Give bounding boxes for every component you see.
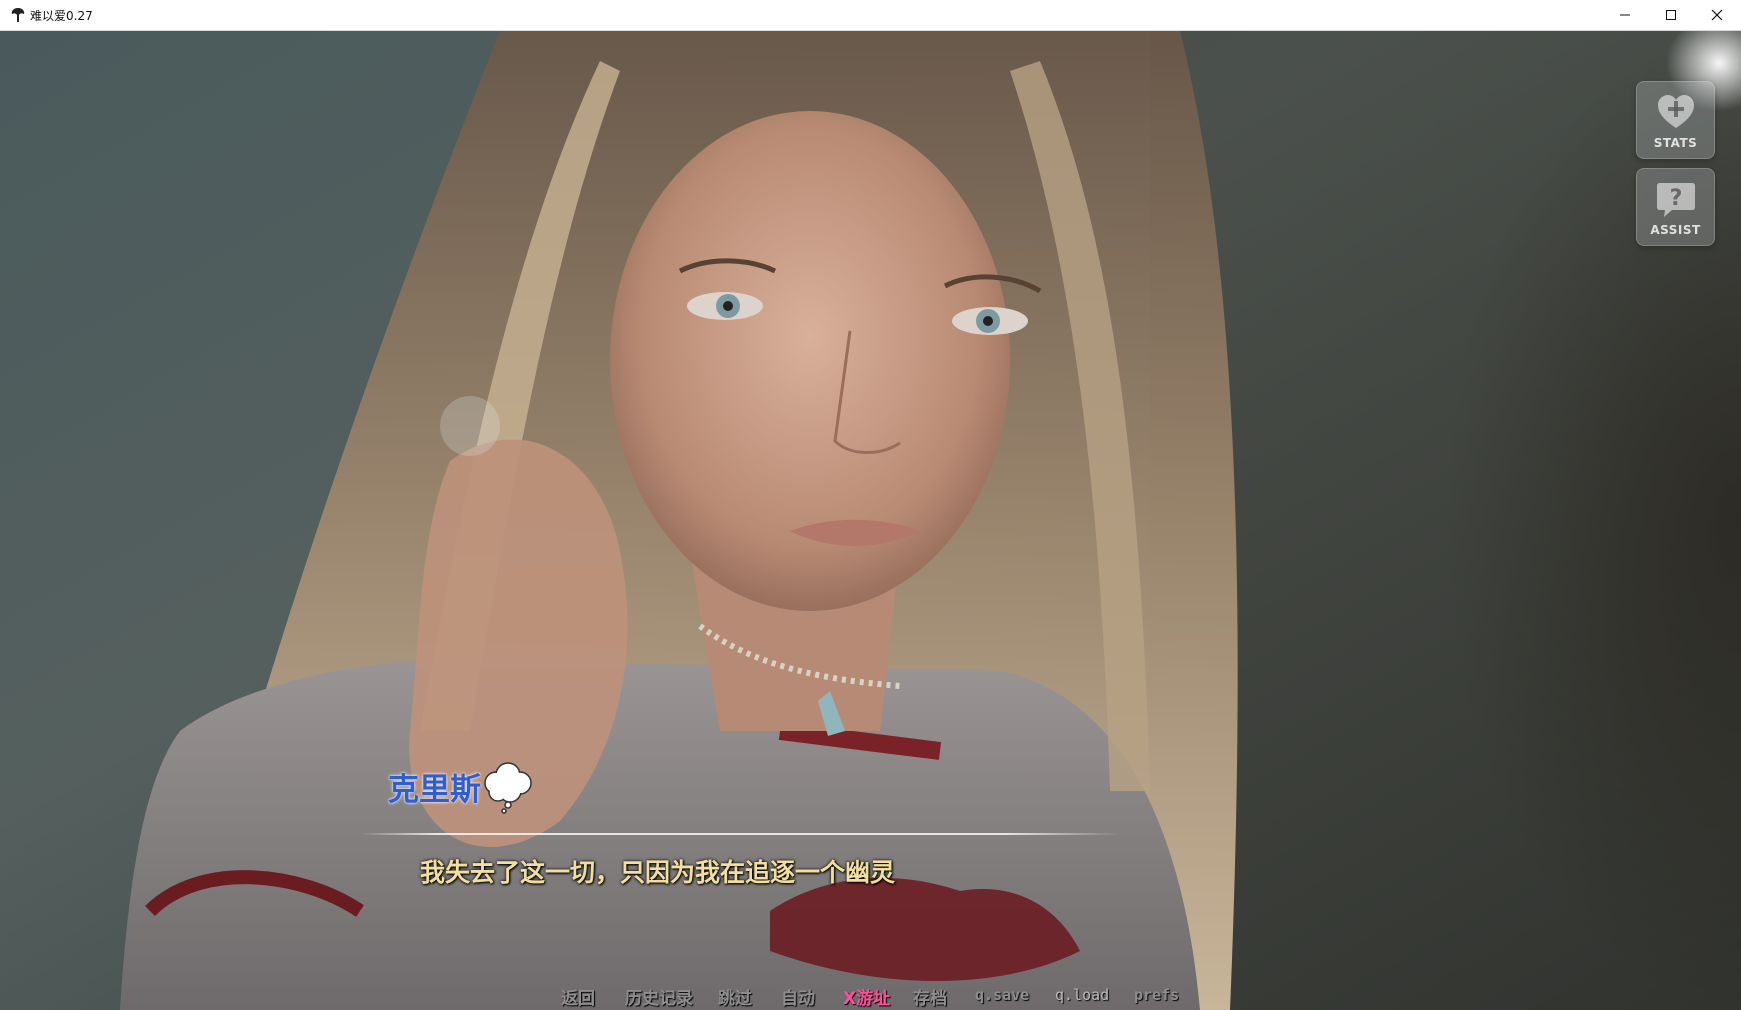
question-bubble-icon: ? — [1656, 183, 1695, 217]
stats-button[interactable]: STATS — [1636, 81, 1715, 159]
quick-menu-history[interactable]: 历史记录 — [625, 984, 693, 1009]
assist-label: ASSIST — [1650, 223, 1701, 237]
maximize-icon — [1666, 10, 1676, 20]
quick-menu-quick-load[interactable]: q.load — [1055, 986, 1109, 1004]
quick-menu-back[interactable]: 返回 — [561, 984, 595, 1009]
quick-menu-x-link[interactable]: X游址 — [843, 984, 890, 1009]
svg-text:?: ? — [1669, 186, 1682, 211]
quick-menu-skip[interactable]: 跳过 — [718, 984, 752, 1009]
close-button[interactable] — [1694, 0, 1740, 30]
quick-menu-quick-save[interactable]: q.save — [975, 986, 1029, 1004]
quick-menu: 返回 历史记录 跳过 自动 X游址 存档 q.save q.load prefs — [0, 980, 1741, 1010]
thought-bubble-icon — [484, 762, 532, 814]
stats-label: STATS — [1653, 136, 1698, 150]
close-icon — [1711, 9, 1723, 21]
quick-menu-save[interactable]: 存档 — [913, 984, 947, 1009]
maximize-button[interactable] — [1648, 0, 1694, 30]
heart-plus-icon — [1657, 95, 1694, 128]
window-titlebar: 难以爱0.27 — [0, 0, 1741, 31]
game-viewport[interactable]: STATS ? ASSIST 克里斯 我失去了这一切，只因为我在追逐一个幽灵 返… — [0, 31, 1741, 1010]
quick-menu-auto[interactable]: 自动 — [781, 984, 815, 1009]
speaker-name: 克里斯 — [388, 772, 481, 808]
minimize-icon — [1620, 14, 1630, 16]
app-icon — [10, 7, 26, 23]
quick-menu-prefs[interactable]: prefs — [1134, 986, 1179, 1004]
dialogue-text: 我失去了这一切，只因为我在追逐一个幽灵 — [420, 858, 896, 887]
minimize-button[interactable] — [1602, 0, 1648, 30]
assist-button[interactable]: ? ASSIST — [1636, 168, 1715, 246]
window-title: 难以爱0.27 — [30, 9, 93, 23]
dialogue-divider — [360, 833, 1120, 835]
